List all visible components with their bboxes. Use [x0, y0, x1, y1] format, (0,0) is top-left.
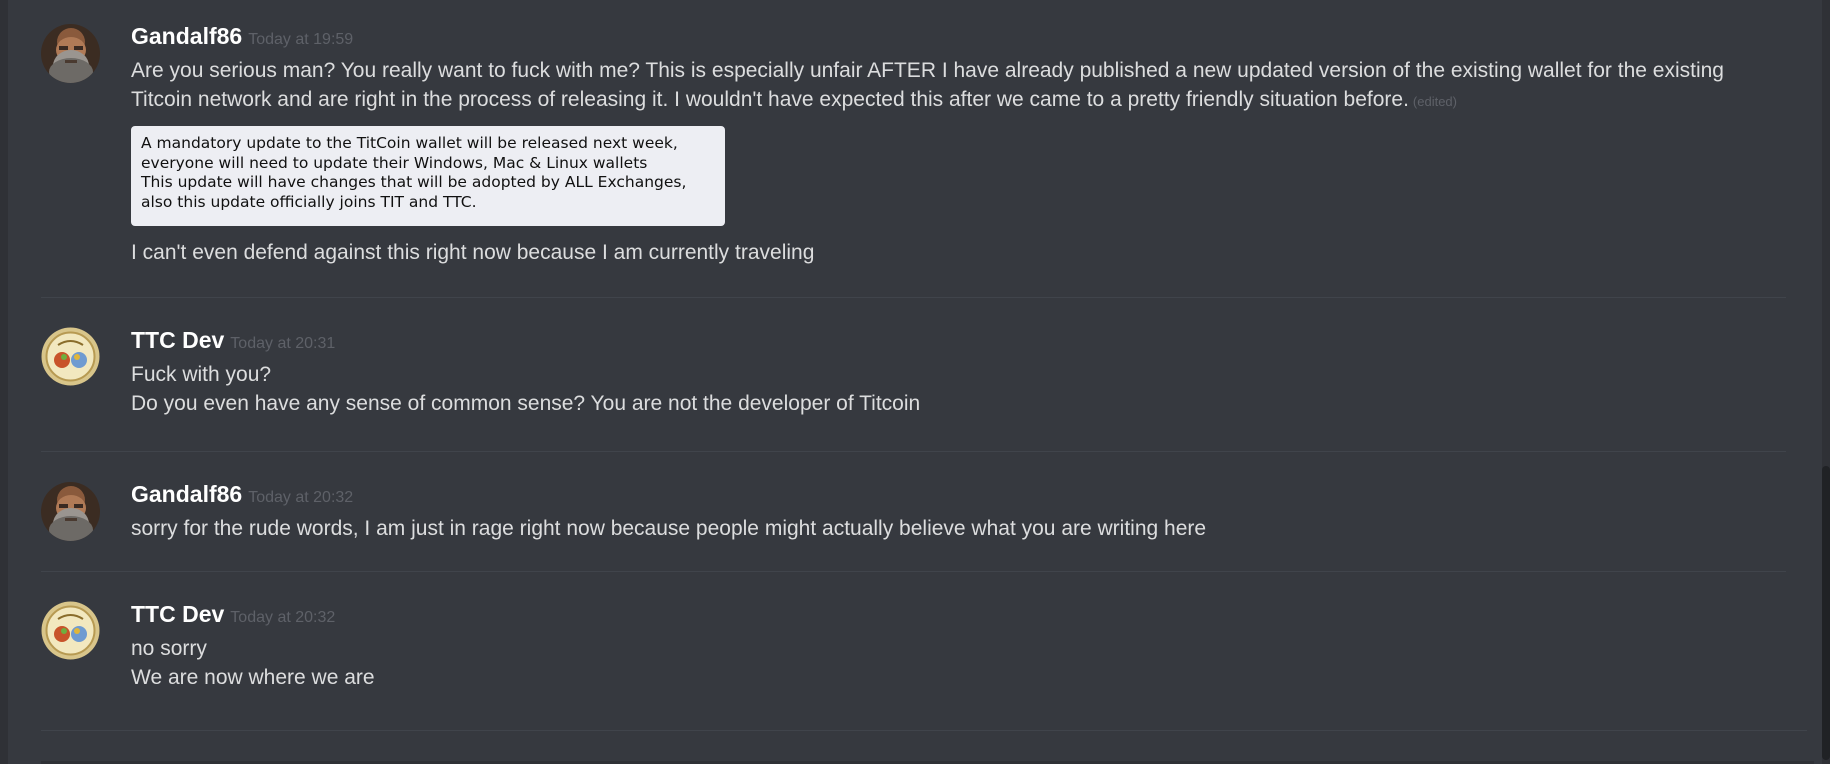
chat-messages-pane: Gandalf86 Today at 19:59 Are you serious …: [0, 0, 1830, 764]
message-group: Gandalf86 Today at 19:59 Are you serious …: [41, 23, 1786, 273]
bearded-man-avatar-icon[interactable]: [41, 482, 100, 541]
message-header: TTC Dev Today at 20:31: [131, 327, 1786, 353]
message-divider: [41, 571, 1786, 572]
left-edge-strip: [0, 0, 8, 764]
message-divider: [41, 297, 1786, 298]
embed-text-line: This update will have changes that will …: [141, 173, 687, 191]
ttc-coin-avatar-icon[interactable]: [41, 601, 100, 660]
message-group: TTC Dev Today at 20:32 no sorry We are no…: [41, 601, 1786, 711]
message-group: Gandalf86 Today at 20:32 sorry for the ru…: [41, 481, 1786, 561]
message-text: no sorry: [131, 637, 207, 660]
username[interactable]: Gandalf86: [131, 481, 242, 507]
message-header: TTC Dev Today at 20:32: [131, 601, 1786, 627]
message-group: TTC Dev Today at 20:31 Fuck with you? Do …: [41, 327, 1786, 437]
message-text: I can't even defend against this right n…: [131, 241, 815, 264]
ttc-coin-avatar-icon[interactable]: [41, 327, 100, 386]
embedded-image[interactable]: A mandatory update to the TitCoin wallet…: [131, 126, 725, 226]
username[interactable]: TTC Dev: [131, 327, 224, 353]
message-header: Gandalf86 Today at 19:59: [131, 23, 1786, 49]
message-header: Gandalf86 Today at 20:32: [131, 481, 1786, 507]
scrollbar-thumb[interactable]: [1822, 466, 1830, 760]
message-timestamp[interactable]: Today at 20:32: [230, 609, 335, 626]
message-text: We are now where we are: [131, 666, 375, 689]
message-timestamp[interactable]: Today at 20:32: [248, 489, 353, 506]
message-text: sorry for the rude words, I am just in r…: [131, 517, 1207, 540]
bearded-man-avatar-icon[interactable]: [41, 24, 100, 83]
edited-label: (edited): [1412, 94, 1457, 109]
message-text: Are you serious man? You really want to …: [131, 59, 1724, 82]
message-text: Titcoin network and are right in the pro…: [131, 88, 1409, 111]
message-divider: [41, 451, 1786, 452]
message-text: Do you even have any sense of common sen…: [131, 392, 921, 415]
message-timestamp[interactable]: Today at 20:31: [230, 335, 335, 352]
message-text-line: Titcoin network and are right in the pro…: [131, 85, 1786, 116]
username[interactable]: Gandalf86: [131, 23, 242, 49]
embed-text-line: everyone will need to update their Windo…: [141, 153, 648, 172]
message-text: Fuck with you?: [131, 363, 272, 386]
message-divider: [41, 730, 1807, 731]
message-timestamp[interactable]: Today at 19:59: [248, 31, 353, 48]
embed-text-line: A mandatory update to the TitCoin wallet…: [141, 134, 678, 152]
embed-text-line: also this update officially joins TIT an…: [141, 192, 477, 211]
username[interactable]: TTC Dev: [131, 601, 224, 627]
